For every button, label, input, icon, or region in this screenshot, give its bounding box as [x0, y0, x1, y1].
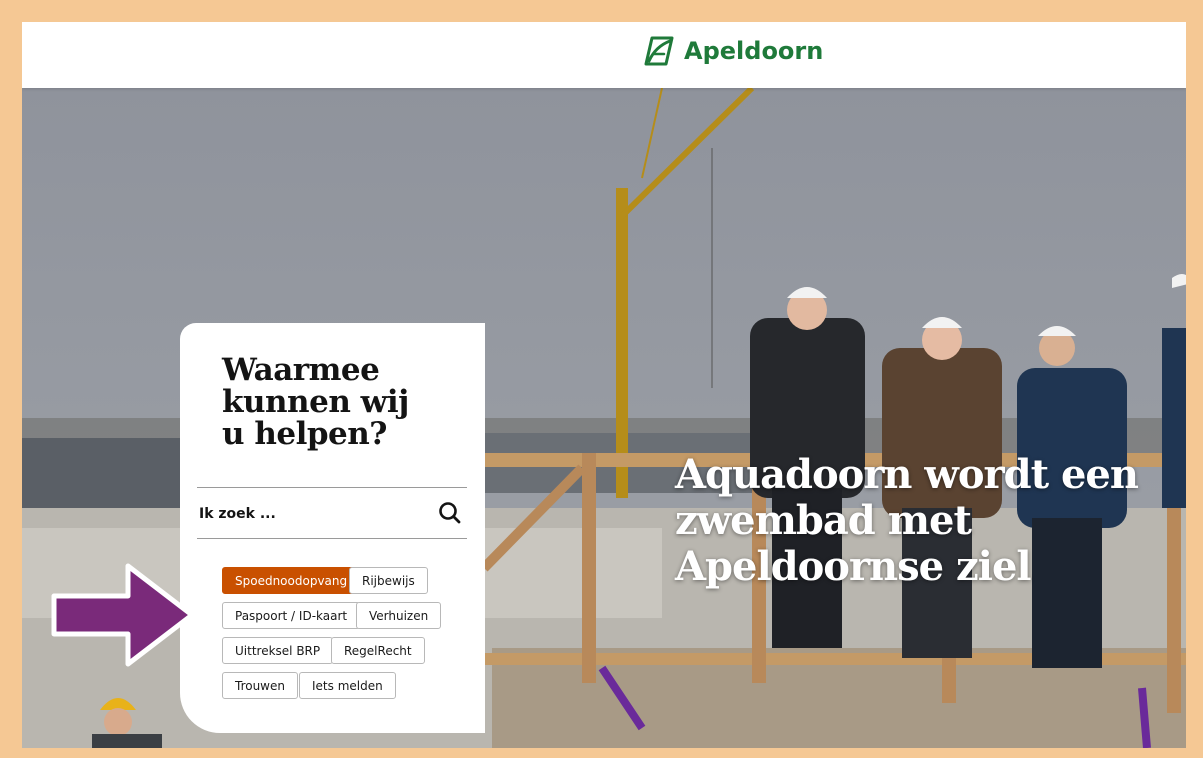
- search-button[interactable]: [437, 500, 463, 526]
- search-bar: [197, 487, 467, 539]
- browser-viewport: Apeldoorn Aquadoorn wordt een zwembad me…: [22, 22, 1186, 748]
- chip-verhuizen[interactable]: Verhuizen: [356, 602, 442, 629]
- chip-iets-melden[interactable]: Iets melden: [299, 672, 396, 699]
- chip-spoednoodopvang[interactable]: Spoednoodopvang: [222, 567, 361, 594]
- chip-rijbewijs[interactable]: Rijbewijs: [349, 567, 428, 594]
- help-title-line: u helpen?: [222, 416, 387, 452]
- brand-logo[interactable]: Apeldoorn: [640, 34, 823, 68]
- headline-line: Apeldoornse ziel: [675, 543, 1032, 590]
- search-input[interactable]: [197, 500, 426, 528]
- search-icon: [439, 502, 461, 524]
- chip-paspoort[interactable]: Paspoort / ID-kaart: [222, 602, 361, 629]
- hero-headline[interactable]: Aquadoorn wordt een zwembad met Apeldoor…: [675, 452, 1186, 590]
- pointer-arrow-icon: [51, 563, 195, 667]
- chip-uittreksel-brp[interactable]: Uittreksel BRP: [222, 637, 334, 664]
- help-card: Waarmee kunnen wij u helpen? Spoednoodop…: [180, 323, 485, 733]
- headline-line: zwembad met: [675, 497, 972, 544]
- headline-line: Aquadoorn wordt een: [675, 451, 1139, 498]
- chip-regelrecht[interactable]: RegelRecht: [331, 637, 425, 664]
- help-title: Waarmee kunnen wij u helpen?: [222, 354, 452, 450]
- help-title-line: kunnen wij: [222, 384, 409, 420]
- brand-name: Apeldoorn: [684, 37, 824, 65]
- chip-trouwen[interactable]: Trouwen: [222, 672, 298, 699]
- site-header: Apeldoorn: [22, 22, 1186, 88]
- leaf-book-icon: [644, 36, 674, 66]
- help-title-line: Waarmee: [222, 352, 380, 388]
